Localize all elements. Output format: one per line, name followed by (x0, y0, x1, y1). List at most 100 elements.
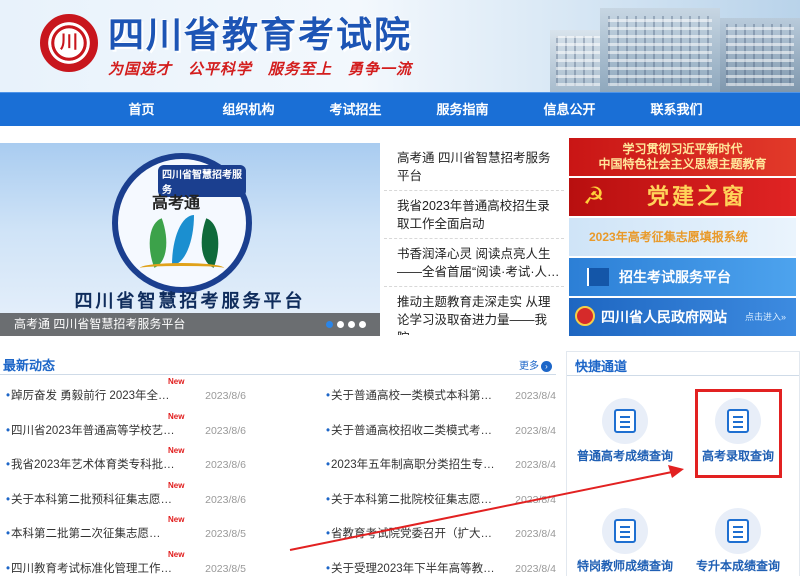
carousel-caption[interactable]: 高考通 四川省智慧招考服务平台 (14, 313, 185, 336)
news-title: 关于普通高校招收二类模式考… (326, 418, 492, 444)
hammer-sickle-icon: ☭ (583, 183, 605, 210)
site-title[interactable]: 四川省教育考试院 (108, 14, 412, 58)
gaokaotong-emblem: 四川省智慧招考服务 高考通 (112, 153, 252, 293)
national-emblem-icon (575, 306, 595, 326)
news-title: 省教育考试院党委召开（扩大… (326, 521, 492, 547)
edit-icon (602, 398, 648, 444)
new-badge: New (168, 411, 185, 421)
news-item[interactable]: 关于普通高校招收二类模式考… 2023/8/4 (326, 418, 556, 453)
news-date: 2023/8/5 (205, 528, 246, 540)
volunteer-filling-label: 2023年高考征集志愿填报系统 (589, 230, 748, 244)
news-item[interactable]: 四川教育考试标准化管理工作… New 2023/8/5 (6, 550, 246, 576)
news-list-right: 关于普通高校一类模式本科第… 2023/8/4 关于普通高校招收二类模式考… 2… (326, 383, 556, 576)
carousel-dot[interactable] (326, 321, 333, 328)
new-badge: New (168, 480, 185, 490)
leaf-icon (172, 215, 194, 265)
theme-education-line1: 学习贯彻习近平新时代 (622, 142, 743, 156)
nav-home[interactable]: 首页 (88, 93, 195, 126)
right-banners: 学习贯彻习近平新时代 中国特色社会主义思想主题教育 ☭ 党建之窗 2023年高考… (569, 138, 796, 338)
news-item[interactable]: 关于本科第二批预科征集志愿… New 2023/8/6 (6, 481, 246, 522)
special-teacher-score-query[interactable]: 特岗教师成绩查询 (570, 508, 680, 574)
news-title: 关于本科第二批预科征集志愿… (6, 487, 172, 513)
news-date: 2023/8/6 (205, 459, 246, 471)
news-carousel[interactable]: 四川省智慧招考服务 高考通 四川省智慧招考服务平台 (0, 143, 380, 336)
news-date: 2023/8/6 (205, 390, 246, 402)
exam-service-platform-label: 招生考试服务平台 (619, 269, 731, 285)
news-item[interactable]: 关于本科第二批院校征集志愿… 2023/8/4 (326, 487, 556, 522)
gaokao-admission-query[interactable]: 高考录取查询 (683, 398, 793, 464)
provincial-government-label: 四川省人民政府网站 (601, 309, 727, 325)
nav-organization[interactable]: 组织机构 (195, 93, 302, 126)
volunteer-filling-banner[interactable]: 2023年高考征集志愿填报系统 (569, 218, 796, 256)
news-title: 本科第二批第二次征集志愿… (6, 521, 161, 547)
more-link[interactable]: 更多 › (519, 357, 552, 372)
news-item[interactable]: 2023年五年制高职分类招生专… 2023/8/4 (326, 452, 556, 487)
edit-icon (715, 508, 761, 554)
news-item[interactable]: 关于普通高校一类模式本科第… 2023/8/4 (326, 383, 556, 418)
carousel-dots (326, 321, 366, 328)
exam-service-platform-banner[interactable]: 招生考试服务平台 (569, 258, 796, 296)
theme-education-banner[interactable]: 学习贯彻习近平新时代 中国特色社会主义思想主题教育 (569, 138, 796, 176)
leaf-icon (191, 218, 229, 268)
news-date: 2023/8/4 (515, 390, 556, 402)
news-date: 2023/8/6 (205, 493, 246, 506)
new-badge: New (168, 446, 185, 455)
building-image (520, 0, 800, 92)
news-item[interactable]: 本科第二批第二次征集志愿… New 2023/8/5 (6, 515, 246, 556)
news-item[interactable]: 关于受理2023年下半年高等教… 2023/8/4 (326, 556, 556, 576)
quick-access-title: 快捷通道 (567, 352, 799, 376)
news-date: 2023/8/5 (205, 562, 246, 575)
news-date: 2023/8/4 (515, 424, 556, 437)
news-title: 四川教育考试标准化管理工作… (6, 556, 172, 576)
quick-item-label: 高考录取查询 (701, 449, 774, 463)
chevron-right-icon: › (541, 361, 552, 372)
new-badge: New (168, 377, 185, 386)
site-logo[interactable]: 川 (40, 14, 98, 72)
quick-item-label: 普通高考成绩查询 (576, 449, 673, 463)
emblem-text: 高考通 (152, 193, 201, 212)
headline-list: 高考通 四川省智慧招考服务平台 我省2023年普通高校招生录取工作全面启动 书香… (384, 143, 564, 336)
provincial-government-banner[interactable]: 四川省人民政府网站 点击进入» (569, 298, 796, 336)
quick-item-label: 特岗教师成绩查询 (576, 559, 673, 573)
nav-info-disclosure[interactable]: 信息公开 (516, 93, 623, 126)
headline-item[interactable]: 推动主题教育走深走实 从理论学习汲取奋进力量——我院… (384, 287, 564, 335)
new-badge: New (168, 515, 185, 524)
carousel-caption-bar: 高考通 四川省智慧招考服务平台 (0, 313, 380, 336)
news-item[interactable]: 省教育考试院党委召开（扩大… 2023/8/4 (326, 521, 556, 556)
carousel-dot[interactable] (337, 321, 344, 328)
news-item[interactable]: 我省2023年艺术体育类专科批… New 2023/8/6 (6, 446, 246, 487)
news-list-left: 踔厉奋发 勇毅前行 2023年全… New 2023/8/6 四川省2023年普… (6, 377, 246, 576)
news-title: 关于受理2023年下半年高等教… (326, 556, 495, 576)
headline-item[interactable]: 我省2023年普通高校招生录取工作全面启动 (384, 191, 564, 239)
carousel-slide-title: 四川省智慧招考服务平台 (74, 291, 306, 311)
document-icon (602, 508, 648, 554)
clipboard-check-icon (715, 398, 761, 444)
main-nav: 首页 组织机构 考试招生 服务指南 信息公开 联系我们 (0, 92, 800, 126)
news-title: 我省2023年艺术体育类专科批… (6, 452, 175, 478)
headline-item[interactable]: 书香润泽心灵 阅读点亮人生——全省首届“阅读·考试·人… (384, 239, 564, 287)
news-date: 2023/8/4 (515, 528, 556, 540)
news-item[interactable]: 踔厉奋发 勇毅前行 2023年全… New 2023/8/6 (6, 377, 246, 418)
nav-service-guide[interactable]: 服务指南 (409, 93, 516, 126)
nav-exams-admissions[interactable]: 考试招生 (302, 93, 409, 126)
theme-education-line2: 中国特色社会主义思想主题教育 (598, 157, 767, 171)
more-label: 更多 (519, 361, 539, 372)
news-date: 2023/8/4 (515, 493, 556, 506)
new-badge: New (168, 549, 185, 559)
headline-item[interactable]: 高考通 四川省智慧招考服务平台 (384, 143, 564, 191)
nav-contact-us[interactable]: 联系我们 (623, 93, 730, 126)
news-title: 关于普通高校一类模式本科第… (326, 383, 492, 409)
party-building-label: 党建之窗 (647, 184, 748, 209)
upgrade-score-query[interactable]: 专升本成绩查询 (683, 508, 793, 574)
header-banner: 川 四川省教育考试院 为国选才 公平科学 服务至上 勇争一流 (0, 0, 800, 92)
enter-link[interactable]: 点击进入» (745, 298, 786, 336)
carousel-dot[interactable] (348, 321, 355, 328)
flag-icon (587, 268, 609, 286)
news-item[interactable]: 四川省2023年普通高等学校艺… New 2023/8/6 (6, 412, 246, 453)
gaokao-score-query[interactable]: 普通高考成绩查询 (570, 398, 680, 464)
party-building-banner[interactable]: ☭ 党建之窗 (569, 178, 796, 216)
quick-item-label: 专升本成绩查询 (695, 559, 780, 573)
site-motto: 为国选才 公平科学 服务至上 勇争一流 (108, 61, 413, 78)
carousel-dot[interactable] (359, 321, 366, 328)
news-title: 2023年五年制高职分类招生专… (326, 452, 495, 478)
